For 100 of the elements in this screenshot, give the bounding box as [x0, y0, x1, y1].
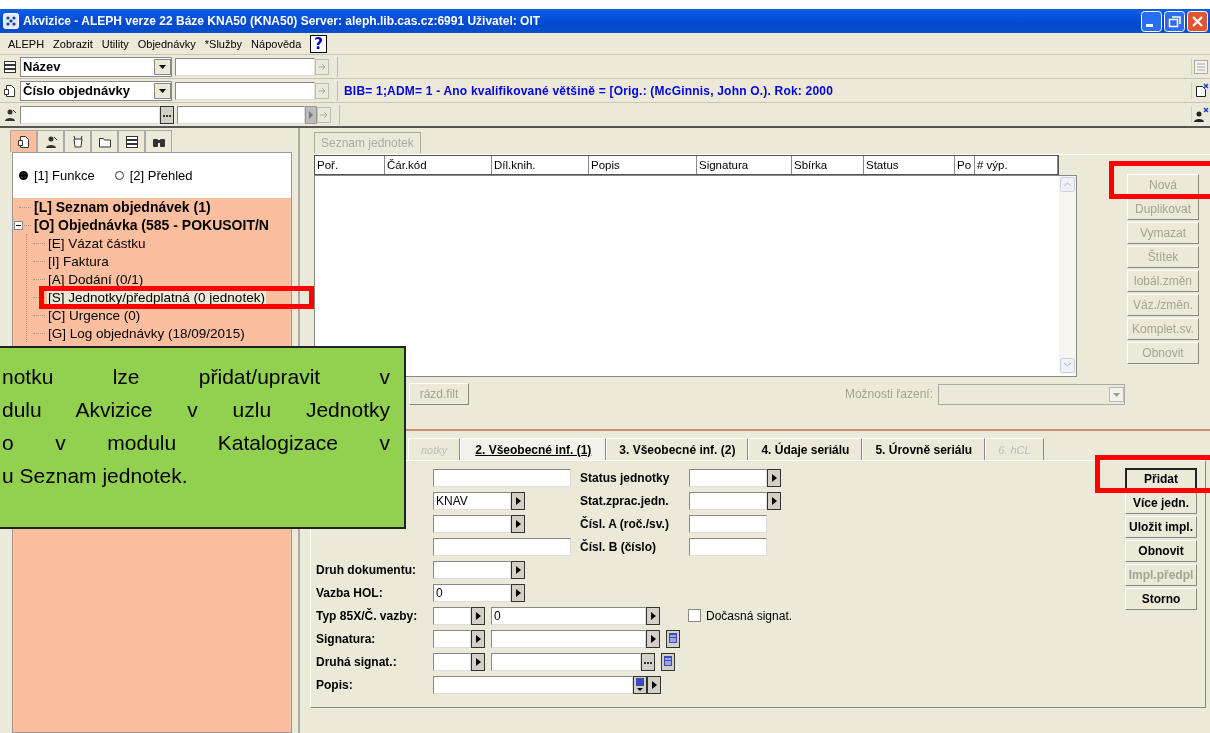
column-header[interactable]: Díl.knih.: [492, 156, 589, 174]
tree-item[interactable]: [I] Faktura: [47, 253, 110, 269]
minimize-button[interactable]: [1141, 10, 1162, 32]
input-field[interactable]: [689, 468, 767, 487]
radio-button[interactable]: [19, 171, 28, 180]
help-button[interactable]: ?: [310, 34, 327, 53]
search-field[interactable]: [175, 57, 315, 76]
input-field[interactable]: [433, 675, 633, 694]
restore-button[interactable]: [1164, 10, 1185, 32]
arrow-button[interactable]: [511, 560, 525, 579]
input-field[interactable]: [433, 468, 571, 487]
dropdown-button[interactable]: [154, 58, 171, 75]
field-select[interactable]: Číslo objednávky: [20, 80, 172, 101]
close-button[interactable]: [1187, 10, 1208, 32]
panel-tab[interactable]: [37, 130, 64, 152]
action-button[interactable]: Přidat: [1125, 468, 1197, 490]
action-button[interactable]: Obnovit: [1125, 540, 1197, 562]
tab[interactable]: 4. Údaje seriálu: [748, 438, 863, 460]
column-header[interactable]: Sbírka: [792, 156, 864, 174]
panel-tab[interactable]: [91, 130, 118, 152]
arrow-button[interactable]: [471, 606, 485, 625]
field-label: Čísl. A (roč./sv.): [580, 516, 670, 531]
list-button[interactable]: [661, 652, 675, 671]
field-label: Čísl. B (číslo): [580, 539, 657, 554]
collapse-icon[interactable]: [14, 221, 23, 230]
tree-item[interactable]: [C] Urgence (0): [47, 307, 142, 323]
browse-button[interactable]: [160, 105, 174, 124]
list-dropdown-button[interactable]: [633, 675, 647, 694]
dropdown-button[interactable]: [154, 82, 171, 99]
input-field[interactable]: [689, 537, 767, 556]
tree-item[interactable]: [G] Log objednávky (18/09/2015): [47, 325, 246, 341]
arrow-button[interactable]: [647, 675, 661, 694]
checkbox-label: Dočasná signat.: [706, 608, 793, 623]
input-field[interactable]: [20, 105, 160, 124]
list-icon: [1193, 58, 1209, 75]
action-button[interactable]: Více jedn.: [1125, 492, 1197, 514]
arrow-button[interactable]: [471, 652, 485, 671]
column-header[interactable]: Status: [864, 156, 955, 174]
menu-item[interactable]: Utility: [101, 37, 129, 50]
panel-tab[interactable]: [10, 130, 37, 152]
scrollbar[interactable]: [1059, 176, 1076, 374]
person-icon: [3, 107, 17, 122]
browse-button[interactable]: [641, 652, 655, 671]
list-icon: [124, 134, 139, 149]
select-value: Název: [22, 59, 62, 74]
input-field[interactable]: [433, 537, 571, 556]
arrow-button[interactable]: [511, 583, 525, 602]
column-header[interactable]: Popis: [589, 156, 697, 174]
tab[interactable]: 5. Úrovně seriálu: [862, 438, 986, 460]
arrow-button[interactable]: [471, 629, 485, 648]
menu-item[interactable]: ALEPH: [8, 37, 45, 50]
field-label: Typ 85X/Č. vazby:: [316, 608, 419, 623]
menu-item[interactable]: Zobrazit: [53, 37, 93, 50]
menu-item[interactable]: Objednávky: [137, 37, 196, 50]
tree-item[interactable]: [E] Vázat částku: [47, 235, 147, 251]
tree-item[interactable]: [L] Seznam objednávek (1): [33, 199, 212, 215]
field-label: Status jednotky: [580, 470, 671, 485]
caret-icon: [1109, 386, 1124, 402]
action-button[interactable]: Storno: [1125, 588, 1197, 610]
field-select[interactable]: Název: [20, 56, 172, 77]
input-field[interactable]: KNAV: [433, 491, 511, 510]
arrow-button[interactable]: [511, 514, 525, 533]
tab[interactable]: 3. Všeobecné inf. (2): [606, 438, 749, 460]
menu-item[interactable]: *Služby: [204, 37, 243, 50]
list-button[interactable]: [666, 629, 680, 648]
menu-item[interactable]: Nápověda: [251, 37, 302, 50]
column-header[interactable]: Čár.kód: [385, 156, 492, 174]
input-field[interactable]: 0: [491, 606, 646, 625]
input-field[interactable]: [491, 652, 641, 671]
input-field[interactable]: [689, 491, 767, 510]
callout-text: dulu Akvizice v uzlu Jednotky: [2, 397, 390, 423]
document-icon: [1193, 82, 1209, 99]
column-header[interactable]: Poř.: [315, 156, 385, 174]
input-field[interactable]: [689, 514, 767, 533]
panel-tab[interactable]: [64, 130, 91, 152]
arrow-button[interactable]: [767, 468, 781, 487]
checkbox[interactable]: [688, 609, 701, 622]
arrow-button[interactable]: [646, 629, 660, 648]
panel-tab[interactable]: [118, 130, 145, 152]
action-button[interactable]: Uložit impl.: [1125, 516, 1197, 538]
arrow-button[interactable]: [511, 491, 525, 510]
tree-item[interactable]: [O] Objednávka (585 - POKUSOIT/N: [33, 217, 270, 233]
record-info: BIB= 1;ADM= 1 - Ano kvalifikované většině = [Orig.: (McGinnis, John O.). Rok: 2000: [344, 83, 835, 98]
input-field[interactable]: [433, 652, 471, 671]
input-field[interactable]: [177, 105, 305, 124]
tab[interactable]: 2. Všeobecné inf. (1): [460, 438, 607, 460]
column-header[interactable]: Signatura: [697, 156, 792, 174]
input-field[interactable]: [433, 629, 471, 648]
column-header[interactable]: # výp.: [975, 156, 1058, 174]
input-field[interactable]: [433, 514, 511, 533]
input-field[interactable]: 0: [433, 583, 511, 602]
input-field[interactable]: [433, 560, 511, 579]
arrow-button[interactable]: [646, 606, 660, 625]
input-field[interactable]: [433, 606, 471, 625]
arrow-button[interactable]: [767, 491, 781, 510]
input-field[interactable]: [491, 629, 646, 648]
panel-tab[interactable]: [145, 130, 172, 152]
person-icon: [43, 134, 58, 149]
search-field[interactable]: [175, 81, 315, 100]
column-header[interactable]: Po: [955, 156, 975, 174]
